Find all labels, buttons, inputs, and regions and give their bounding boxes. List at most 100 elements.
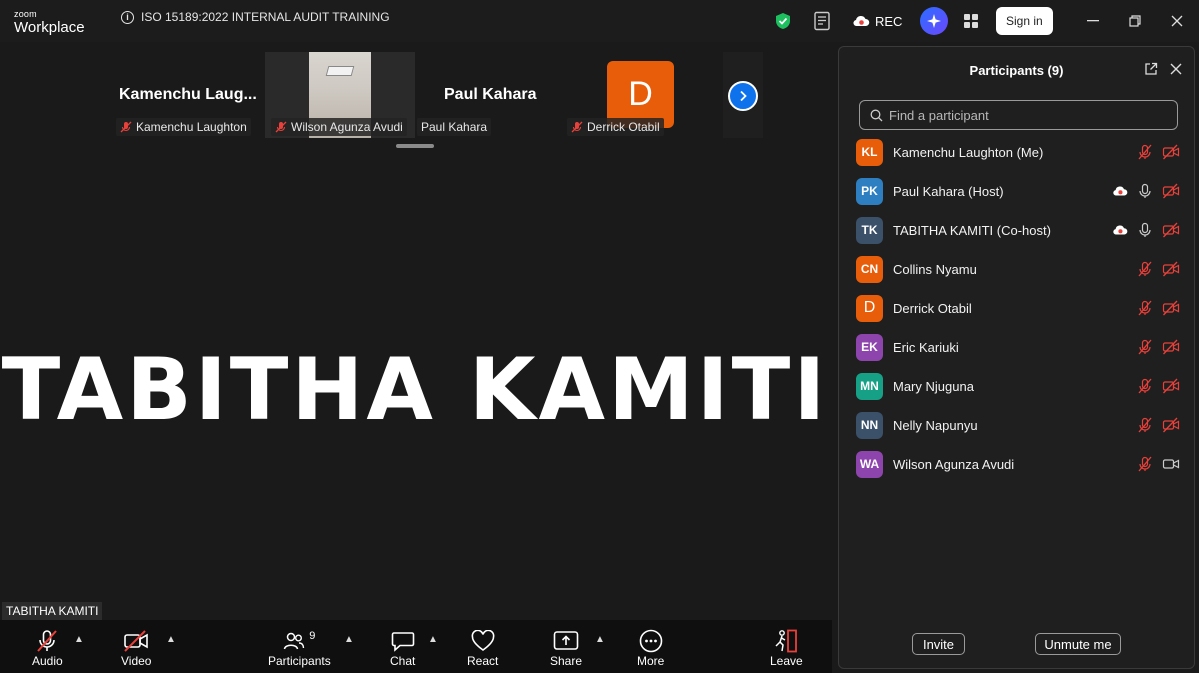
audio-button[interactable]: Audio bbox=[32, 628, 63, 668]
video-button[interactable]: Video bbox=[121, 628, 151, 668]
active-speaker-name: TABITHA KAMITI bbox=[1, 340, 829, 440]
participant-search[interactable] bbox=[859, 100, 1178, 130]
audio-label: Audio bbox=[32, 654, 63, 668]
info-icon[interactable]: i bbox=[121, 10, 134, 24]
close-panel-icon[interactable] bbox=[1170, 62, 1182, 80]
mic-muted-icon bbox=[1138, 144, 1152, 160]
invite-button[interactable]: Invite bbox=[912, 633, 965, 655]
share-options-caret[interactable]: ▲ bbox=[595, 634, 605, 645]
participant-name: Kamenchu Laughton (Me) bbox=[893, 144, 1044, 160]
chevron-right-icon bbox=[740, 90, 747, 102]
title-bar: zoom Workplace i ISO 15189:2022 INTERNAL… bbox=[0, 0, 1199, 42]
logo-line1: zoom bbox=[14, 9, 37, 19]
avatar: PK bbox=[856, 177, 883, 205]
video-off-icon bbox=[1162, 222, 1180, 238]
mic-muted-icon bbox=[1138, 378, 1152, 394]
audio-options-caret[interactable]: ▲ bbox=[74, 634, 84, 645]
zoom-meeting-window: zoom Workplace i ISO 15189:2022 INTERNAL… bbox=[0, 0, 1199, 673]
notes-icon[interactable] bbox=[813, 0, 831, 42]
unmute-me-button[interactable]: Unmute me bbox=[1035, 633, 1121, 655]
chat-options-caret[interactable]: ▲ bbox=[428, 634, 438, 645]
leave-button[interactable]: Leave bbox=[770, 628, 803, 668]
sign-in-button[interactable]: Sign in bbox=[996, 7, 1053, 35]
ai-companion-button[interactable] bbox=[920, 0, 948, 42]
panel-title: Participants (9) bbox=[969, 63, 1064, 78]
thumbnail-label: Wilson Agunza Avudi bbox=[271, 118, 407, 136]
video-off-icon bbox=[1162, 300, 1180, 316]
video-off-icon bbox=[1162, 261, 1180, 277]
participant-row[interactable]: MN Mary Njuguna bbox=[839, 367, 1194, 405]
avatar: NN bbox=[856, 411, 883, 439]
react-label: React bbox=[467, 654, 499, 668]
avatar: D bbox=[856, 294, 883, 322]
avatar: TK bbox=[856, 216, 883, 244]
participants-count: 9 bbox=[309, 630, 316, 642]
participants-button[interactable]: 9 Participants bbox=[268, 628, 331, 668]
share-button[interactable]: Share bbox=[550, 628, 582, 668]
next-page-button[interactable] bbox=[728, 81, 758, 111]
mic-muted-icon bbox=[1138, 456, 1152, 472]
participants-options-caret[interactable]: ▲ bbox=[344, 634, 354, 645]
mic-muted-icon bbox=[1138, 300, 1152, 316]
chat-button[interactable]: Chat bbox=[390, 628, 415, 668]
strip-scroll-indicator[interactable] bbox=[396, 144, 434, 148]
thumbnail-label-text: Kamenchu Laughton bbox=[136, 120, 247, 134]
video-off-icon bbox=[1162, 417, 1180, 433]
thumbnail-label: Derrick Otabil bbox=[567, 118, 664, 136]
active-speaker-label: TABITHA KAMITI bbox=[2, 602, 103, 620]
recording-indicator[interactable]: REC bbox=[852, 0, 902, 42]
share-screen-icon bbox=[553, 631, 579, 650]
thumbnail-derrick[interactable]: D Derrick Otabil bbox=[565, 52, 720, 138]
search-input[interactable] bbox=[889, 107, 1169, 123]
participant-name: Wilson Agunza Avudi bbox=[893, 456, 1015, 472]
participants-label: Participants bbox=[268, 654, 331, 668]
participant-row[interactable]: KL Kamenchu Laughton (Me) bbox=[839, 133, 1194, 171]
participant-name: Eric Kariuki bbox=[893, 339, 959, 355]
video-options-caret[interactable]: ▲ bbox=[166, 634, 176, 645]
participants-panel: Participants (9) KL Kamenchu Laughton (M… bbox=[838, 46, 1195, 669]
video-off-icon bbox=[1162, 378, 1180, 394]
ai-sparkle-icon bbox=[920, 7, 948, 35]
more-icon bbox=[639, 629, 662, 653]
more-button[interactable]: More bbox=[637, 628, 664, 668]
participant-row[interactable]: EK Eric Kariuki bbox=[839, 328, 1194, 366]
mic-muted-icon bbox=[37, 630, 58, 652]
leave-icon bbox=[775, 629, 798, 653]
more-label: More bbox=[637, 654, 665, 668]
pop-out-icon[interactable] bbox=[1144, 62, 1158, 81]
minimize-icon[interactable] bbox=[1086, 0, 1100, 42]
encryption-shield-icon[interactable] bbox=[775, 0, 791, 42]
meeting-toolbar: Audio ▲ Video ▲ 9 Participants ▲ Chat ▲ … bbox=[0, 620, 832, 673]
chat-icon bbox=[391, 632, 414, 652]
restore-icon[interactable] bbox=[1128, 0, 1142, 42]
cloud-record-icon bbox=[853, 15, 870, 27]
participant-row[interactable]: WA Wilson Agunza Avudi bbox=[839, 445, 1194, 483]
mic-on-icon bbox=[1139, 222, 1151, 237]
participant-name: Mary Njuguna bbox=[893, 378, 974, 394]
participant-name: Nelly Napunyu bbox=[893, 417, 978, 433]
close-window-icon[interactable] bbox=[1170, 0, 1184, 42]
video-on-icon bbox=[1162, 459, 1180, 469]
thumbnail-wilson[interactable]: Wilson Agunza Avudi bbox=[265, 52, 415, 138]
video-off-icon bbox=[1162, 144, 1180, 160]
avatar: MN bbox=[856, 372, 883, 400]
mic-muted-icon bbox=[275, 121, 287, 133]
participant-name: Paul Kahara (Host) bbox=[893, 183, 1004, 199]
participants-icon bbox=[284, 632, 305, 650]
thumbnail-kamenchu[interactable]: Kamenchu Laug... Kamenchu Laughton bbox=[110, 52, 265, 138]
meeting-info[interactable]: i ISO 15189:2022 INTERNAL AUDIT TRAINING bbox=[121, 10, 390, 24]
avatar: CN bbox=[856, 255, 883, 283]
zoom-workplace-logo: zoom Workplace bbox=[14, 9, 85, 36]
react-button[interactable]: React bbox=[467, 628, 498, 668]
participant-row[interactable]: PK Paul Kahara (Host) bbox=[839, 172, 1194, 210]
thumbnail-paul[interactable]: Paul Kahara Paul Kahara bbox=[415, 52, 565, 138]
thumbnail-label-text: Paul Kahara bbox=[421, 120, 488, 134]
participant-row[interactable]: NN Nelly Napunyu bbox=[839, 406, 1194, 444]
leave-label: Leave bbox=[770, 654, 803, 668]
participant-row[interactable]: D Derrick Otabil bbox=[839, 289, 1194, 327]
thumbnail-label-text: Derrick Otabil bbox=[587, 120, 660, 134]
participant-row[interactable]: CN Collins Nyamu bbox=[839, 250, 1194, 288]
chat-label: Chat bbox=[390, 654, 416, 668]
apps-icon[interactable] bbox=[963, 0, 979, 42]
participant-row[interactable]: TK TABITHA KAMITI (Co-host) bbox=[839, 211, 1194, 249]
